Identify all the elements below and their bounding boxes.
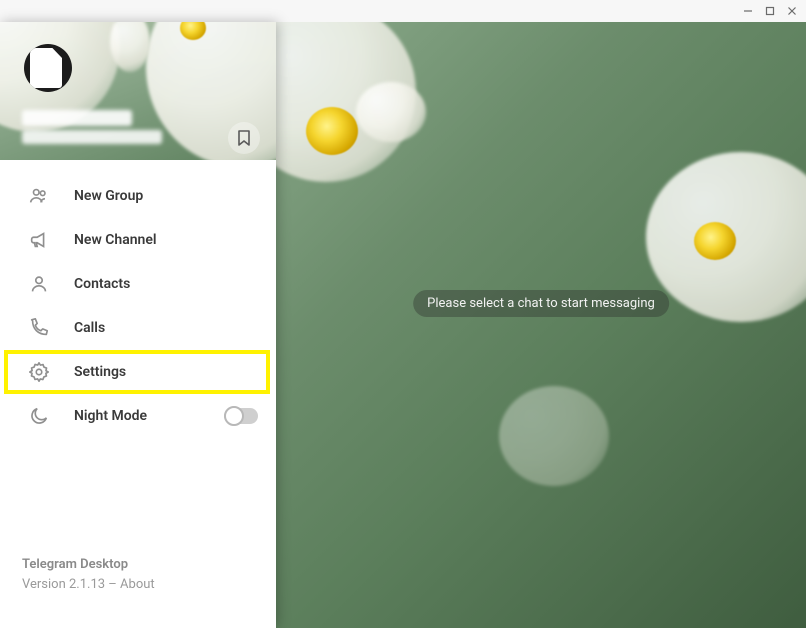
menu-item-label: Contacts — [74, 276, 130, 292]
group-icon — [28, 185, 50, 207]
close-button[interactable] — [786, 5, 798, 17]
menu-item-label: Night Mode — [74, 408, 147, 424]
menu-item-contacts[interactable]: Contacts — [0, 262, 276, 306]
window-titlebar — [0, 0, 806, 22]
menu-item-night-mode[interactable]: Night Mode — [0, 394, 276, 438]
person-icon — [28, 273, 50, 295]
menu-item-new-group[interactable]: New Group — [0, 174, 276, 218]
bookmark-icon — [237, 130, 251, 146]
maximize-button[interactable] — [764, 5, 776, 17]
drawer-header — [0, 22, 276, 160]
profile-name-redacted — [22, 110, 132, 126]
drawer-menu: New Group New Channel Contacts — [0, 160, 276, 555]
menu-item-label: New Channel — [74, 232, 157, 248]
background-petal — [356, 82, 426, 142]
avatar[interactable] — [24, 44, 72, 92]
night-mode-toggle[interactable] — [224, 408, 258, 424]
menu-item-new-channel[interactable]: New Channel — [0, 218, 276, 262]
background-flower-center — [306, 107, 358, 155]
moon-icon — [28, 405, 50, 427]
menu-item-calls[interactable]: Calls — [0, 306, 276, 350]
background-flower-center — [694, 222, 736, 260]
app-name-label: Telegram Desktop — [22, 555, 254, 575]
profile-phone-redacted — [22, 130, 162, 144]
menu-item-label: Settings — [74, 364, 126, 380]
chat-area: Please select a chat to start messaging — [276, 22, 806, 628]
background-petal — [499, 386, 609, 486]
phone-icon — [28, 317, 50, 339]
version-about-link[interactable]: Version 2.1.13 – About — [22, 575, 254, 595]
megaphone-icon — [28, 229, 50, 251]
header-petal — [110, 22, 150, 72]
drawer-footer: Telegram Desktop Version 2.1.13 – About — [0, 555, 276, 628]
saved-messages-button[interactable] — [228, 122, 260, 154]
empty-chat-placeholder: Please select a chat to start messaging — [413, 290, 669, 317]
menu-item-label: Calls — [74, 320, 105, 336]
gear-icon — [28, 361, 50, 383]
minimize-button[interactable] — [742, 5, 754, 17]
menu-item-settings[interactable]: Settings — [0, 350, 276, 394]
main-menu-drawer: New Group New Channel Contacts — [0, 22, 276, 628]
profile-info — [22, 110, 192, 144]
menu-item-label: New Group — [74, 188, 143, 204]
